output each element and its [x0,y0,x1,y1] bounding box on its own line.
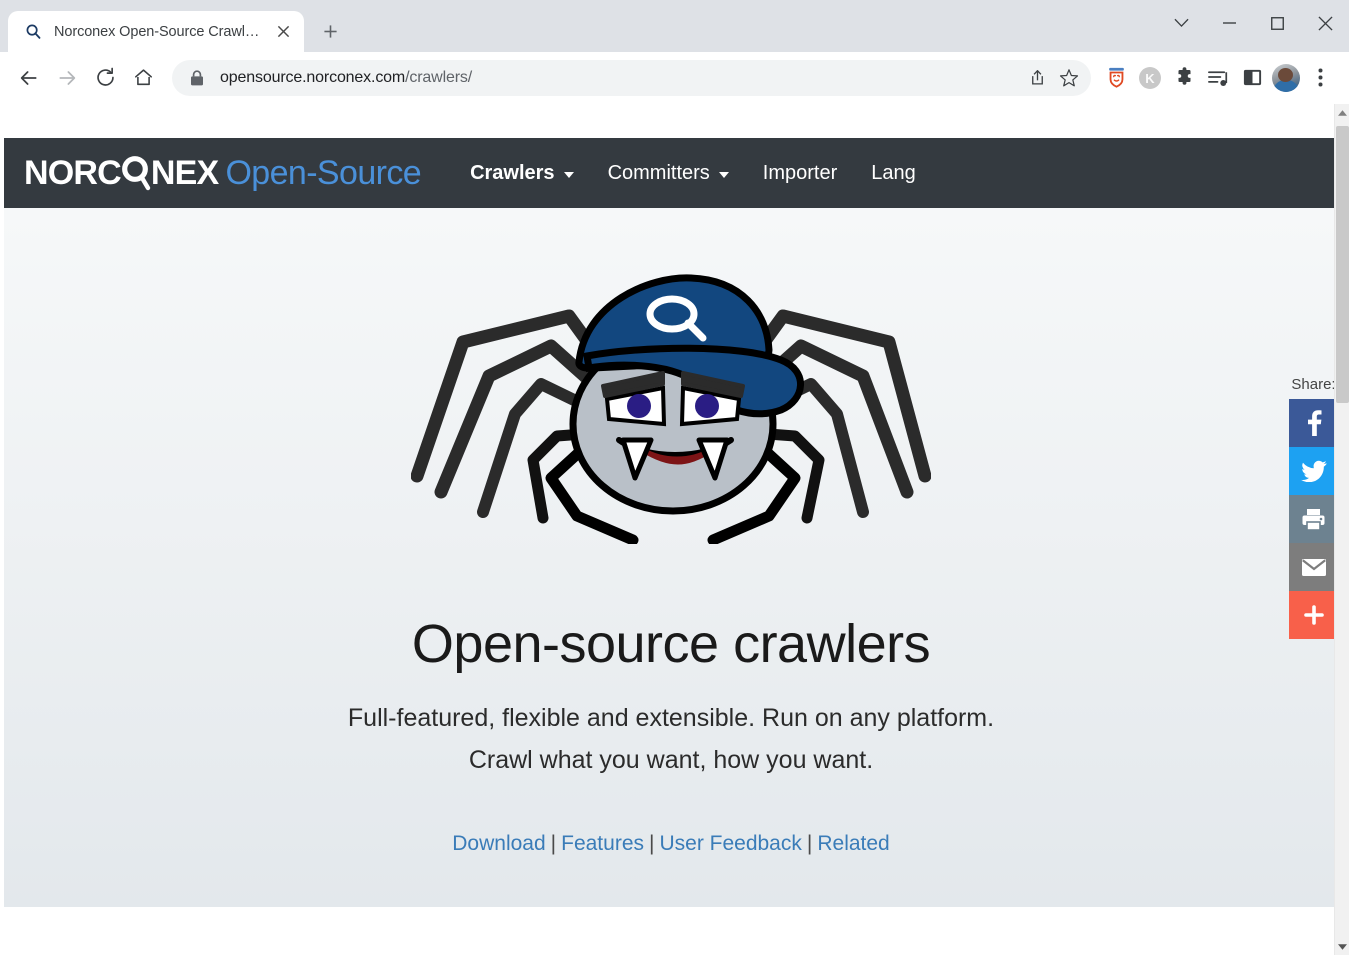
hero-links: Download | Features | User Feedback | Related [4,832,1338,856]
page-scrollbar[interactable] [1334,104,1349,955]
tab-close-icon[interactable] [272,21,294,43]
new-tab-button[interactable] [314,15,346,47]
browser-window: Norconex Open-Source Crawlers opensource… [0,0,1349,955]
facebook-icon [1308,410,1322,436]
side-panel-icon[interactable] [1235,61,1269,95]
puzzle-extensions-icon[interactable] [1167,61,1201,95]
page-title: Open-source crawlers [411,614,931,674]
scroll-up-arrow-icon[interactable] [1335,104,1349,121]
url-host: opensource.norconex.com [220,68,406,86]
browser-toolbar: opensource.norconex.com/crawlers/ K [0,52,1349,104]
scroll-down-arrow-icon[interactable] [1335,938,1349,955]
tab-title: Norconex Open-Source Crawlers [54,23,261,40]
three-dot-menu-icon[interactable] [1303,61,1337,95]
twitter-icon [1300,460,1327,482]
logo-brand-part1: NORC [24,153,122,192]
media-playlist-icon[interactable] [1201,61,1235,95]
home-icon[interactable] [124,59,162,97]
share-label: Share: [1291,376,1336,393]
nav-item-importer[interactable]: Importer [746,162,854,185]
web-page: NORC NEX Open-Source Crawlers Committers… [4,104,1338,955]
tab-strip: Norconex Open-Source Crawlers [0,0,1349,52]
chevron-down-icon [718,172,729,178]
nav-item-crawlers-label: Crawlers [470,161,555,184]
svg-text:K: K [1145,71,1155,86]
magnifier-icon [24,22,43,41]
link-user-feedback[interactable]: User Feedback [659,832,801,855]
link-separator: | [649,832,655,855]
reload-icon[interactable] [86,59,124,97]
logo-magnifier-o-icon [121,156,151,191]
logo-suffix-text: Open-Source [225,153,422,192]
link-features[interactable]: Features [561,832,644,855]
link-related[interactable]: Related [817,832,889,855]
tab-search-chevron-icon[interactable] [1157,0,1205,46]
nav-item-crawlers[interactable]: Crawlers [453,162,591,185]
plus-icon [1303,605,1324,625]
maximize-icon[interactable] [1253,0,1301,46]
address-bar[interactable]: opensource.norconex.com/crawlers/ [172,59,1091,96]
hero-subtitle-line-2: Crawl what you want, how you want. [468,745,874,774]
forward-arrow-icon [48,59,86,97]
url-path: /crawlers/ [405,68,473,86]
chevron-down-icon [563,172,574,178]
nav-item-lang-label: Lang [871,161,916,184]
link-separator: | [806,832,813,855]
lock-icon [188,69,206,87]
link-separator: | [550,832,557,855]
nav-item-committers-label: Committers [607,161,710,184]
page-viewport: NORC NEX Open-Source Crawlers Committers… [0,104,1349,955]
hero-subtitle-line-1: Full-featured, flexible and extensible. … [347,704,995,732]
url-text: opensource.norconex.com/crawlers/ [220,69,1021,87]
nav-item-importer-label: Importer [762,161,838,184]
ublock-origin-icon[interactable] [1099,61,1133,95]
star-icon[interactable] [1053,62,1085,94]
close-window-icon[interactable] [1301,0,1349,46]
envelope-icon [1301,558,1326,576]
nav-item-lang[interactable]: Lang [854,162,933,185]
site-navbar: NORC NEX Open-Source Crawlers Committers… [4,138,1338,208]
facebook-share-button[interactable] [1289,399,1338,447]
scrollbar-thumb[interactable] [1336,126,1349,403]
email-share-button[interactable] [1289,543,1338,591]
avatar[interactable] [1272,63,1300,92]
logo-brand-text: NORC NEX [24,153,219,193]
printer-icon [1302,508,1325,531]
print-share-button[interactable] [1289,495,1338,543]
browser-tab[interactable]: Norconex Open-Source Crawlers [8,11,304,52]
spider-mascot-image [410,264,932,549]
more-share-button[interactable] [1289,591,1338,639]
link-download[interactable]: Download [452,832,545,855]
twitter-share-button[interactable] [1289,447,1338,495]
k-extension-icon[interactable]: K [1133,61,1167,95]
site-logo[interactable]: NORC NEX Open-Source [24,153,422,193]
window-controls [1157,0,1349,46]
nav-item-committers[interactable]: Committers [591,162,746,185]
hero-section: Open-source crawlers Full-featured, flex… [4,208,1338,907]
share-icon[interactable] [1021,62,1053,94]
minimize-icon[interactable] [1205,0,1253,46]
back-arrow-icon[interactable] [10,59,48,97]
share-rail: Share: [1289,376,1338,639]
site-nav-links: Crawlers Committers Importer Lang [453,162,933,185]
logo-brand-part2: NEX [150,153,219,192]
